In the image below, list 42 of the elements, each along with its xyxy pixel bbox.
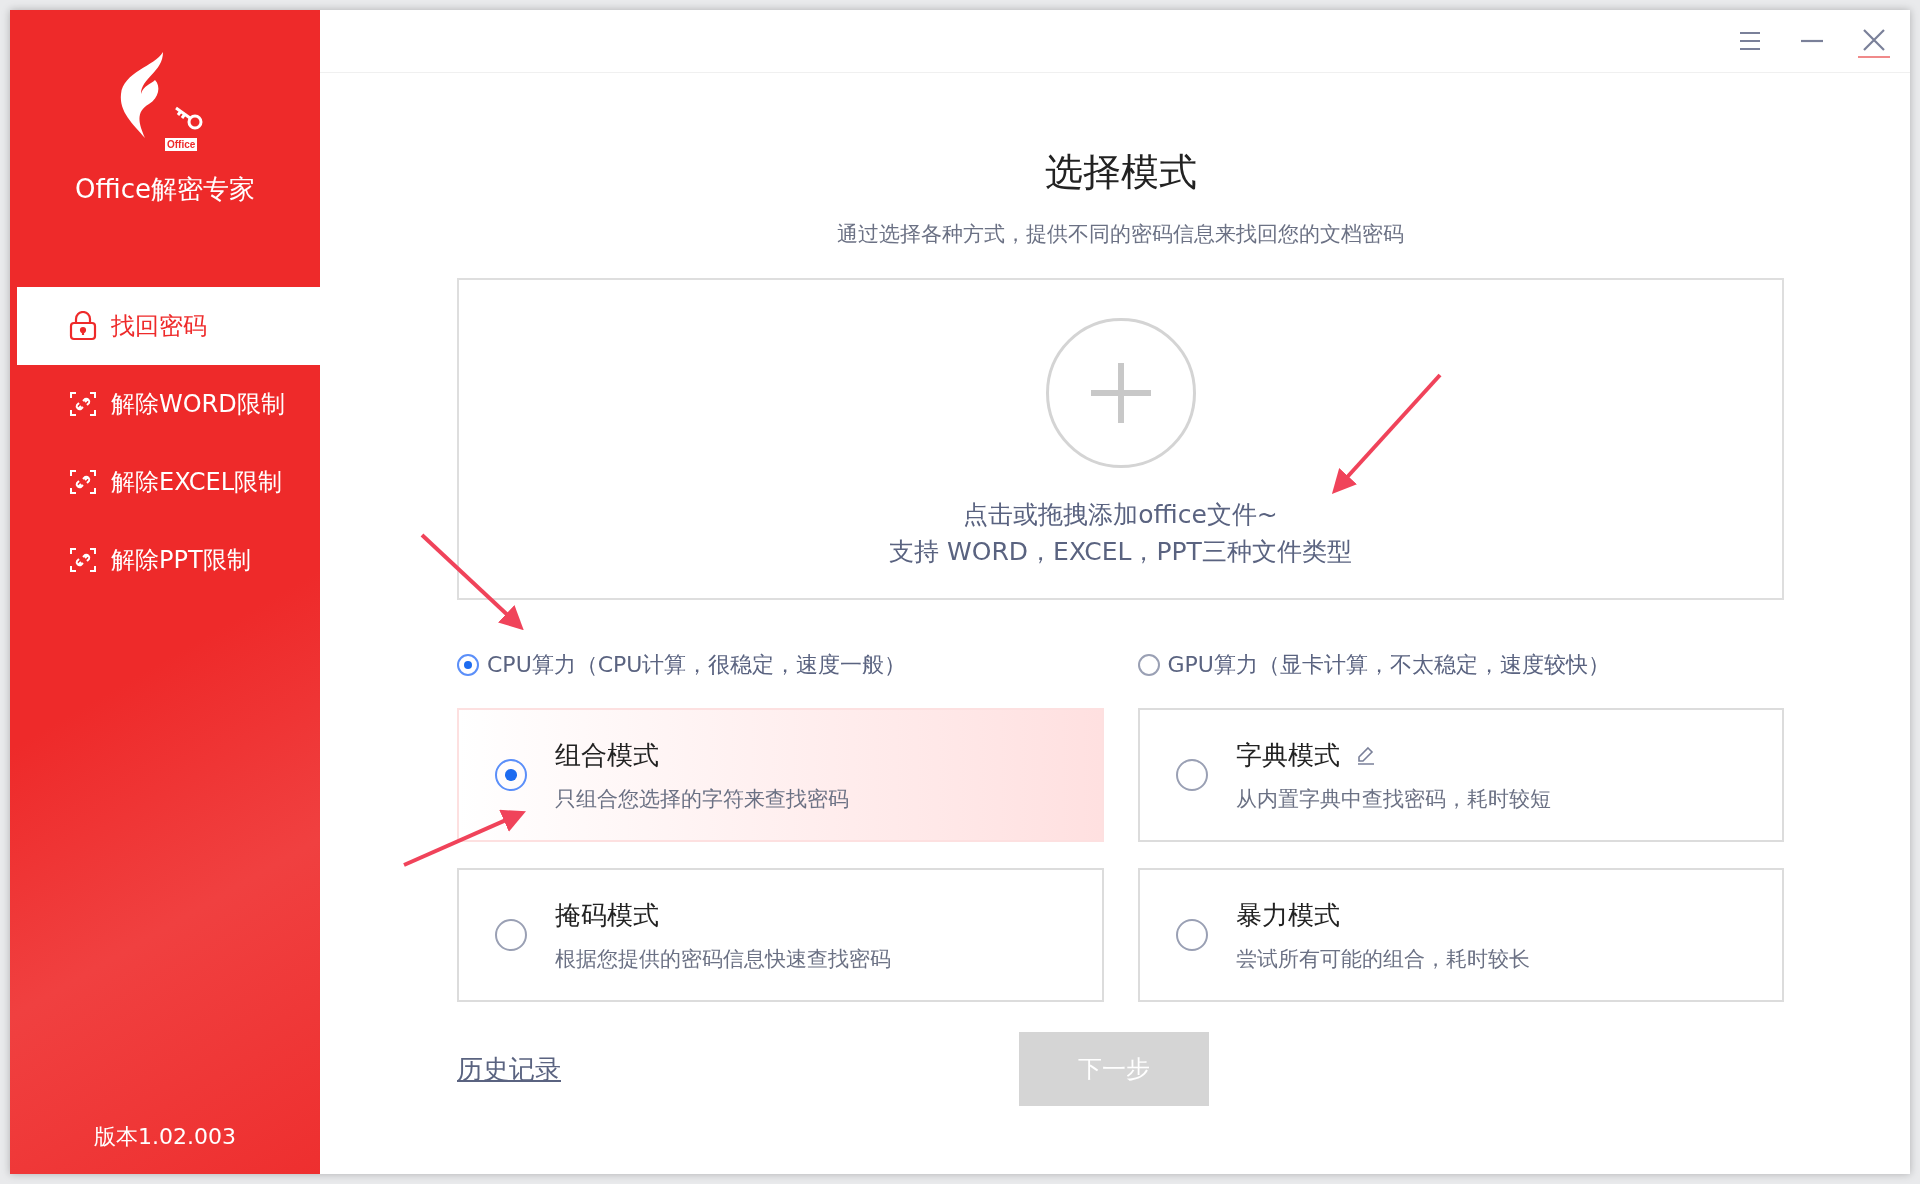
menu-icon [1738, 30, 1762, 52]
compute-radio[interactable]: CPU算力（CPU计算，很稳定，速度一般） [457, 650, 1104, 680]
mode-title: 掩码模式 [555, 898, 659, 932]
mode-title: 字典模式 [1235, 738, 1340, 772]
broken-link-icon [69, 390, 97, 418]
compute-label: GPU算力（显卡计算，不太稳定，速度较快） [1167, 651, 1610, 679]
lock-icon [69, 311, 97, 341]
page-title: 选择模式 [1043, 149, 1198, 196]
compute-label: CPU算力（CPU计算，很稳定，速度一般） [487, 651, 907, 679]
page-subtitle: 通过选择各种方式，提供不同的密码信息来找回您的文档密码 [836, 221, 1405, 248]
sidebar-item-label: 找回密码 [111, 311, 207, 342]
broken-link-icon [69, 546, 97, 574]
mode-description: 尝试所有可能的组合，耗时较长 [1235, 945, 1530, 973]
mode-title: 暴力模式 [1235, 898, 1340, 932]
mode-card[interactable]: 暴力模式 尝试所有可能的组合，耗时较长 [1137, 868, 1784, 1002]
drop-hint: 点击或拖拽添加office文件~ [963, 499, 1278, 531]
version-label: 版本1.02.003 [93, 1123, 237, 1151]
drop-hint: 支持 WORD，EXCEL，PPT三种文件类型 [889, 536, 1352, 568]
mode-card[interactable]: 字典模式 从内置字典中查找密码，耗时较短 [1137, 708, 1784, 842]
mode-card[interactable]: 掩码模式 根据您提供的密码信息快速查找密码 [457, 868, 1104, 1002]
app-name: Office解密专家 [75, 173, 255, 206]
sidebar-item[interactable]: 找回密码 [17, 287, 320, 365]
broken-link-icon [69, 468, 97, 496]
minimize-icon [1800, 39, 1824, 43]
sidebar-item-label: 解除PPT限制 [111, 545, 251, 576]
mode-card[interactable]: 组合模式 只组合您选择的字符来查找密码 [457, 708, 1104, 842]
sidebar-item[interactable]: 解除WORD限制 [17, 365, 320, 443]
history-link[interactable]: 历史记录 [457, 1051, 561, 1087]
sidebar-item-label: 解除EXCEL限制 [111, 467, 283, 498]
pencil-icon[interactable] [1355, 745, 1376, 765]
mode-description: 根据您提供的密码信息快速查找密码 [555, 945, 891, 973]
close-icon [1862, 28, 1886, 52]
mode-description: 只组合您选择的字符来查找密码 [555, 785, 849, 813]
logo-badge: Office [165, 138, 198, 151]
sidebar-item[interactable]: 解除PPT限制 [17, 521, 320, 599]
mode-title: 组合模式 [555, 738, 659, 772]
mode-description: 从内置字典中查找密码，耗时较短 [1235, 785, 1551, 813]
sidebar-item[interactable]: 解除EXCEL限制 [17, 443, 320, 521]
add-file-icon [1045, 318, 1196, 468]
compute-radio[interactable]: GPU算力（显卡计算，不太稳定，速度较快） [1137, 650, 1784, 680]
sidebar-item-label: 解除WORD限制 [111, 389, 285, 420]
file-drop-zone[interactable]: 点击或拖拽添加office文件~ 支持 WORD，EXCEL，PPT三种文件类型 [457, 278, 1784, 600]
